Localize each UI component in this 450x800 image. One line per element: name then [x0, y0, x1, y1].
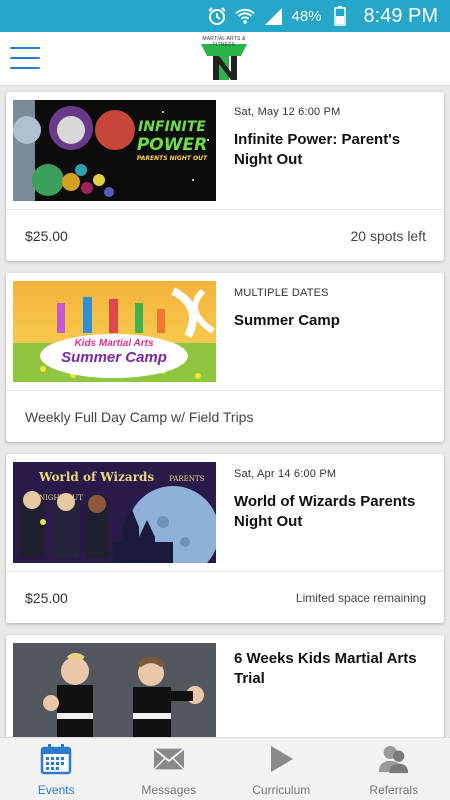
envelope-icon: [153, 743, 185, 775]
event-image-caption: INFINITE POWER PARENTS NIGHT OUT: [136, 119, 208, 162]
nav-events[interactable]: Events: [0, 738, 113, 800]
battery-icon: [330, 6, 350, 26]
nav-label: Messages: [141, 783, 197, 797]
calendar-icon: [40, 743, 72, 775]
event-availability: Limited space remaining: [295, 590, 426, 605]
event-date: Sat, May 12 6:00 PM: [234, 106, 341, 118]
event-card[interactable]: World of Wizards PARENTS NIGHT OUT Sat, …: [6, 454, 444, 623]
event-image-world-of-wizards: World of Wizards PARENTS NIGHT OUT: [13, 462, 216, 563]
event-price: $25.00: [25, 589, 68, 606]
alarm-icon: [207, 6, 227, 26]
event-card[interactable]: 6 Weeks Kids Martial Arts Trial: [6, 635, 444, 752]
event-image-caption: World of Wizards PARENTS NIGHT OUT: [39, 470, 205, 502]
event-image-infinite-power: INFINITE POWER PARENTS NIGHT OUT: [13, 100, 216, 201]
event-title: Summer Camp: [234, 312, 340, 329]
event-price: $25.00: [25, 227, 68, 244]
event-date: MULTIPLE DATES: [234, 287, 329, 299]
hamburger-menu-icon[interactable]: [10, 47, 40, 69]
battery-percentage: 48%: [291, 7, 322, 25]
app-logo: MARTIAL ARTS & FITNESS: [195, 36, 253, 82]
play-icon: [265, 743, 297, 775]
bottom-nav: Events Messages Curriculum Referrals: [0, 737, 450, 800]
nav-label: Referrals: [369, 783, 419, 797]
wifi-icon: [235, 6, 256, 26]
event-title: Infinite Power: Parent's Night Out: [234, 131, 401, 168]
nav-label: Curriculum: [252, 783, 311, 797]
signal-icon: [263, 6, 283, 26]
event-title: World of Wizards Parents Night Out: [234, 493, 416, 530]
event-image-caption: Kids Martial Arts Summer Camp: [61, 338, 167, 366]
nav-label: Events: [37, 783, 75, 797]
event-list: INFINITE POWER PARENTS NIGHT OUT Sat, Ma…: [6, 92, 444, 764]
people-icon: [378, 743, 410, 775]
event-title: 6 Weeks Kids Martial Arts Trial: [234, 650, 417, 687]
nav-referrals[interactable]: Referrals: [338, 738, 450, 800]
event-availability: 20 spots left: [350, 227, 427, 244]
event-card[interactable]: INFINITE POWER PARENTS NIGHT OUT Sat, Ma…: [6, 92, 444, 261]
clock: 8:49 PM: [363, 4, 438, 27]
event-date: Sat, Apr 14 6:00 PM: [234, 468, 337, 480]
event-card[interactable]: Kids Martial Arts Summer Camp MULTIPLE D…: [6, 273, 444, 442]
event-description: Weekly Full Day Camp w/ Field Trips: [25, 408, 254, 425]
nav-curriculum[interactable]: Curriculum: [225, 738, 338, 800]
event-image-kids-martial-arts: [13, 643, 216, 744]
app-bar: MARTIAL ARTS & FITNESS: [0, 32, 450, 86]
event-image-summer-camp: Kids Martial Arts Summer Camp: [13, 281, 216, 382]
logo-text: MARTIAL ARTS & FITNESS: [202, 36, 246, 48]
status-bar: 48% 8:49 PM: [0, 0, 450, 32]
nav-messages[interactable]: Messages: [113, 738, 226, 800]
